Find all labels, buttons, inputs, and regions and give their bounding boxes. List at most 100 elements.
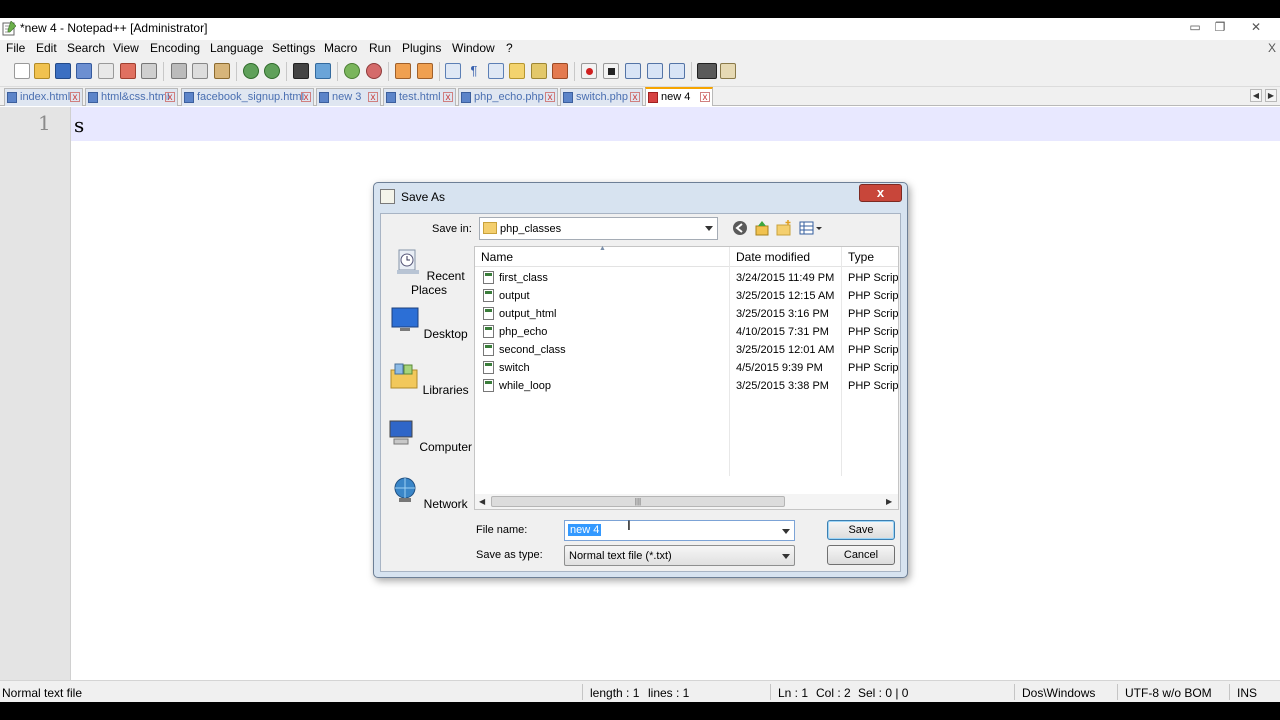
doc-map-icon[interactable] [531,63,547,79]
save-button[interactable]: Save [827,520,895,540]
print-icon[interactable] [141,63,157,79]
save-as-type-dropdown[interactable]: Normal text file (*.txt) [564,545,795,566]
find-icon[interactable] [293,63,309,79]
language-icon[interactable] [509,63,525,79]
file-name: php_echo [499,326,548,338]
menu-language[interactable]: Language [210,41,263,55]
stop-macro-icon[interactable] [603,63,619,79]
new-file-icon[interactable] [14,63,30,79]
copy-icon[interactable] [192,63,208,79]
file-row[interactable]: while_loop 3/25/2015 3:38 PM PHP Scrip [475,377,898,395]
menu-encoding[interactable]: Encoding [150,41,200,55]
file-list[interactable]: ▲ Name Date modified Type first_class 3/… [474,245,899,510]
file-row[interactable]: php_echo 4/10/2015 7:31 PM PHP Scrip [475,323,898,341]
column-header-type[interactable]: Type [848,250,874,264]
scroll-right-icon[interactable]: ▶ [886,497,892,506]
save-in-dropdown[interactable]: php_classes [479,217,718,240]
replace-icon[interactable] [315,63,331,79]
horizontal-scrollbar[interactable]: ◀ ||| ▶ [475,494,898,509]
file-row[interactable]: switch 4/5/2015 9:39 PM PHP Scrip [475,359,898,377]
tab-close-icon[interactable]: x [630,92,640,103]
file-row[interactable]: output 3/25/2015 12:15 AM PHP Scrip [475,287,898,305]
tab-close-icon[interactable]: x [70,92,80,103]
tab-scroll-left-icon[interactable]: ◀ [1250,89,1262,102]
open-file-icon[interactable] [34,63,50,79]
menu-edit[interactable]: Edit [36,41,57,55]
place-libraries[interactable]: Libraries [385,362,473,397]
save-macro-icon[interactable] [669,63,685,79]
spell-check-icon[interactable] [697,63,717,79]
place-recent-places[interactable]: Recent Places [385,248,473,297]
save-all-icon[interactable] [76,63,92,79]
menu-search[interactable]: Search [67,41,105,55]
tab-php-echo-php[interactable]: php_echo.php x [458,88,558,106]
tab-close-icon[interactable]: x [545,92,555,103]
play-macro-icon[interactable] [625,63,641,79]
paste-icon[interactable] [214,63,230,79]
tab-html-css-html[interactable]: html&css.html x [85,88,178,106]
tab-close-icon[interactable]: x [700,92,710,103]
restore-button[interactable]: ❐ [1207,18,1233,36]
tab-new-4[interactable]: new 4 x [645,87,713,106]
up-one-level-icon[interactable] [754,220,770,236]
record-macro-icon[interactable] [581,63,597,79]
php-file-icon [483,379,494,392]
menu-view[interactable]: View [113,41,139,55]
menu-help[interactable]: ? [506,41,513,55]
scrollbar-thumb[interactable]: ||| [491,496,785,507]
close-all-icon[interactable] [120,63,136,79]
tab-scroll-right-icon[interactable]: ▶ [1265,89,1277,102]
tab-index-html[interactable]: index.html x [4,88,83,106]
editor-text[interactable]: s [74,113,84,137]
file-row[interactable]: output_html 3/25/2015 3:16 PM PHP Scrip [475,305,898,323]
close-file-icon[interactable] [98,63,114,79]
tab-close-icon[interactable]: x [165,92,175,103]
redo-icon[interactable] [264,63,280,79]
zoom-in-icon[interactable] [344,63,360,79]
tab-facebook-signup-html[interactable]: facebook_signup.html x [181,88,314,106]
back-icon[interactable] [732,220,748,236]
close-document-button[interactable]: X [1268,41,1276,55]
file-name-input[interactable]: new 4 [564,520,795,541]
menu-settings[interactable]: Settings [272,41,315,55]
menu-plugins[interactable]: Plugins [402,41,441,55]
file-type: PHP Scrip [848,290,898,302]
column-header-name[interactable]: Name [481,250,513,264]
menu-macro[interactable]: Macro [324,41,357,55]
tab-close-icon[interactable]: x [301,92,311,103]
column-header-date-modified[interactable]: Date modified [736,250,810,264]
sync-horizontal-icon[interactable] [417,63,433,79]
menu-file[interactable]: File [6,41,25,55]
word-wrap-icon[interactable] [445,63,461,79]
zoom-out-icon[interactable] [366,63,382,79]
scroll-left-icon[interactable]: ◀ [479,497,485,506]
new-folder-icon[interactable] [776,220,792,236]
cut-icon[interactable] [171,63,187,79]
cancel-button[interactable]: Cancel [827,545,895,565]
play-macro-multiple-icon[interactable] [647,63,663,79]
tab-close-icon[interactable]: x [443,92,453,103]
place-network[interactable]: Network [385,476,473,511]
menu-run[interactable]: Run [369,41,391,55]
tab-new-3[interactable]: new 3 x [316,88,381,106]
save-icon[interactable] [55,63,71,79]
file-row[interactable]: first_class 3/24/2015 11:49 PM PHP Scrip [475,269,898,287]
place-computer[interactable]: Computer [385,419,473,454]
menu-window[interactable]: Window [452,41,495,55]
show-all-characters-icon[interactable]: ¶ [466,63,482,79]
sync-vertical-icon[interactable] [395,63,411,79]
indent-guide-icon[interactable] [488,63,504,79]
spell-check-options-icon[interactable] [720,63,736,79]
place-desktop[interactable]: Desktop [385,306,473,341]
file-row[interactable]: second_class 3/25/2015 12:01 AM PHP Scri… [475,341,898,359]
tab-test-html[interactable]: test.html x [383,88,456,106]
close-button[interactable]: ✕ [1243,18,1269,36]
undo-icon[interactable] [243,63,259,79]
dialog-close-button[interactable]: x [859,184,902,202]
function-list-icon[interactable] [552,63,568,79]
chevron-down-icon[interactable] [782,529,790,534]
tab-switch-php[interactable]: switch.php x [560,88,643,106]
tab-close-icon[interactable]: x [368,92,378,103]
minimize-button[interactable]: ▭ [1182,18,1208,36]
view-menu-icon[interactable] [799,220,823,236]
